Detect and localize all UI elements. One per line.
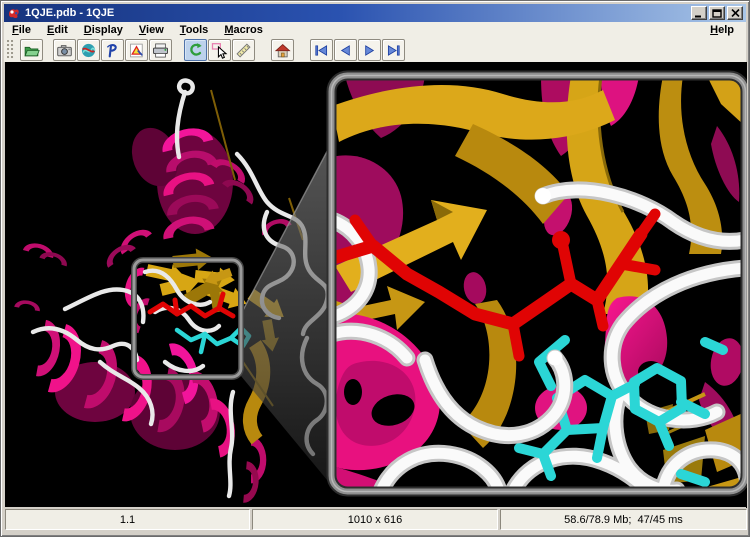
povray-icon (104, 42, 121, 59)
toolbar-drag-handle[interactable] (7, 40, 14, 60)
status-scale: 1.1 (5, 509, 250, 530)
frame-last-button[interactable] (382, 39, 405, 61)
close-button[interactable] (727, 6, 743, 20)
menu-edit[interactable]: Edit (39, 23, 76, 37)
title-bar: 1QJE.pdb - 1QJE (4, 4, 746, 22)
menu-tools[interactable]: Tools (172, 23, 217, 37)
home-view-button[interactable] (271, 39, 294, 61)
open-folder-icon (23, 42, 40, 59)
zoom-inset (331, 75, 747, 492)
application-window: 1QJE.pdb - 1QJE File Edit Display View T… (0, 0, 750, 537)
status-memory-timing: 58.6/78.9 Mb; 47/45 ms (500, 509, 747, 530)
edit-page-icon (128, 42, 145, 59)
toolbar (4, 38, 746, 62)
next-frame-icon (361, 42, 378, 59)
maximize-icon (712, 9, 722, 18)
select-mode-button[interactable] (208, 39, 231, 61)
window-title: 1QJE.pdb - 1QJE (25, 7, 689, 19)
export-web-button[interactable] (77, 39, 100, 61)
status-dimensions: 1010 x 616 (252, 509, 498, 530)
menu-macros[interactable]: Macros (216, 23, 271, 37)
frame-previous-button[interactable] (334, 39, 357, 61)
render-povray-button[interactable] (101, 39, 124, 61)
minimize-icon (694, 9, 704, 18)
close-icon (731, 9, 740, 17)
menu-help[interactable]: Help (702, 23, 742, 37)
print-button[interactable] (149, 39, 172, 61)
printer-icon (152, 42, 169, 59)
frame-first-button[interactable] (310, 39, 333, 61)
open-file-button[interactable] (20, 39, 43, 61)
home-icon (274, 42, 291, 59)
menu-bar: File Edit Display View Tools Macros Help (4, 22, 746, 38)
first-frame-icon (313, 42, 330, 59)
select-cursor-icon (211, 42, 228, 59)
frame-next-button[interactable] (358, 39, 381, 61)
export-image-button[interactable] (53, 39, 76, 61)
menu-file[interactable]: File (4, 23, 39, 37)
edit-document-button[interactable] (125, 39, 148, 61)
menu-view[interactable]: View (131, 23, 172, 37)
molecule-viewport[interactable] (5, 62, 747, 508)
minimize-button[interactable] (691, 6, 707, 20)
last-frame-icon (385, 42, 402, 59)
app-icon (7, 6, 21, 20)
previous-frame-icon (337, 42, 354, 59)
camera-icon (56, 42, 73, 59)
measure-mode-button[interactable] (232, 39, 255, 61)
globe-icon (80, 42, 97, 59)
rotate-arrow-icon (187, 42, 204, 59)
molecule-render (5, 62, 747, 508)
status-bar: 1.1 1010 x 616 58.6/78.9 Mb; 47/45 ms (4, 507, 746, 533)
maximize-button[interactable] (709, 6, 725, 20)
ruler-icon (235, 42, 252, 59)
rotate-mode-button[interactable] (184, 39, 207, 61)
menu-display[interactable]: Display (76, 23, 131, 37)
